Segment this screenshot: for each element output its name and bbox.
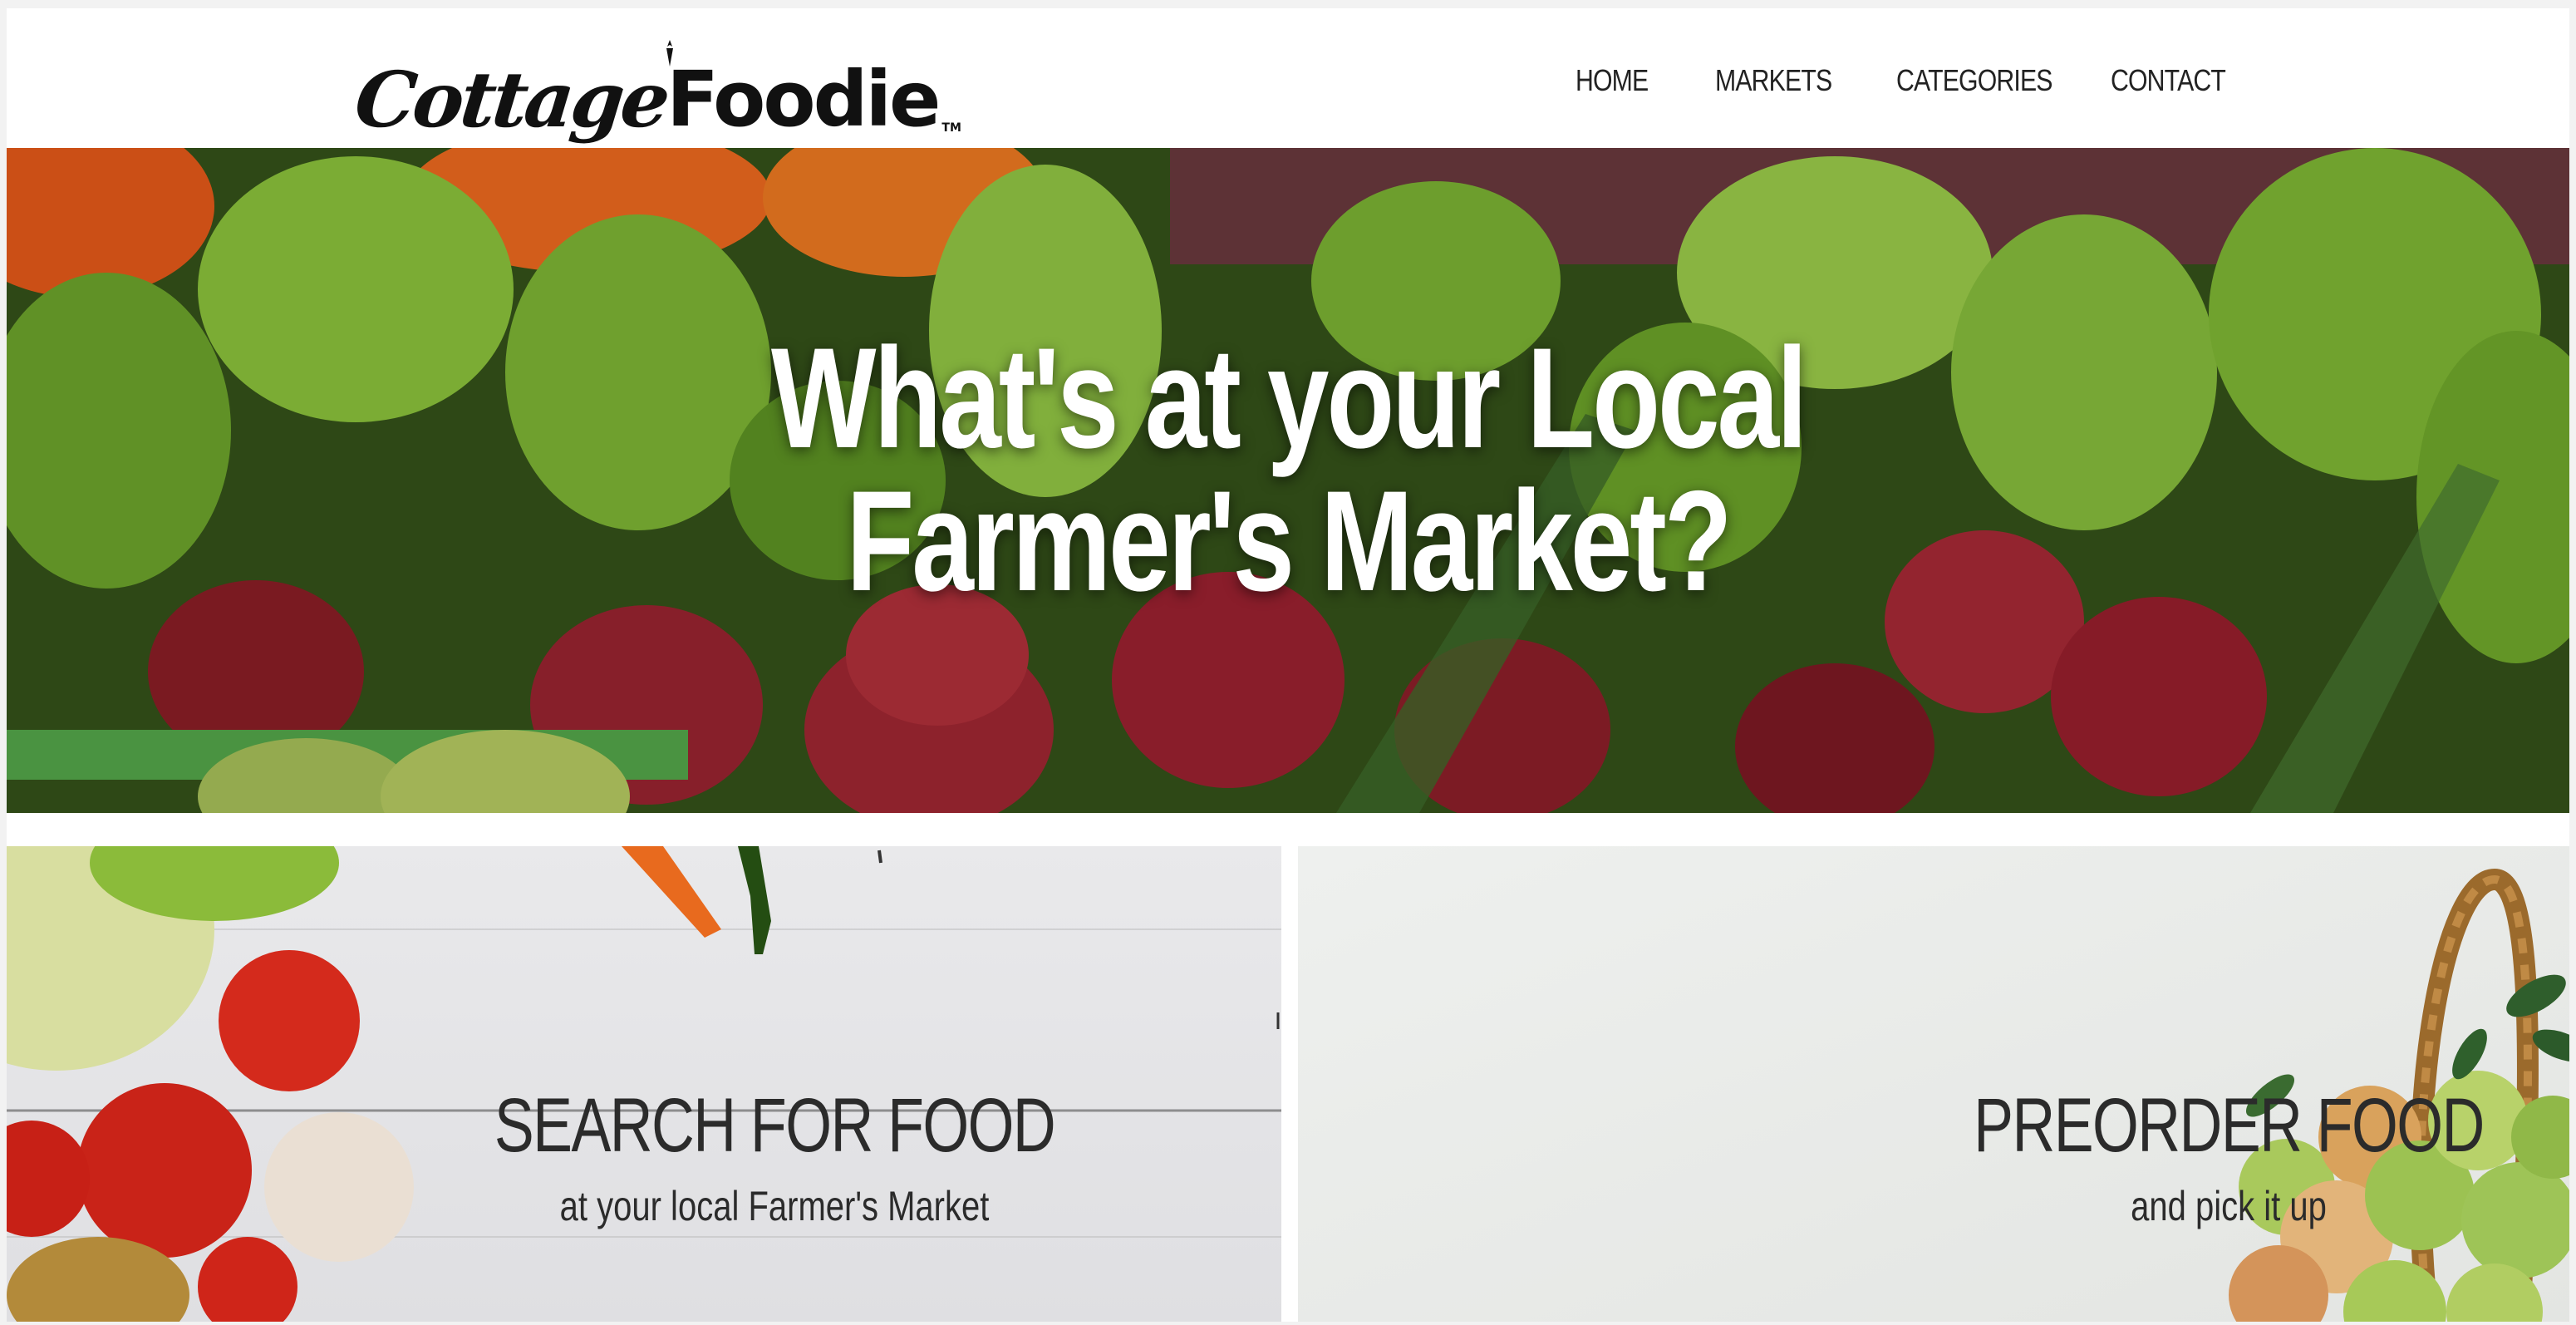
hero-banner: What's at your Local Farmer's Market?	[7, 148, 2569, 813]
logo-foodie-label: Foodie	[666, 55, 941, 144]
page: Cottage Foodie TM HOME MARKETS CATEGORIE…	[7, 8, 2569, 1322]
preorder-food-card[interactable]: PREORDER FOOD and pick it up	[1298, 846, 2569, 1322]
preorder-food-title: PREORDER FOOD	[1974, 1083, 2485, 1168]
search-food-subtitle: at your local Farmer's Market	[559, 1183, 990, 1229]
hero-title-line2: Farmer's Market?	[846, 461, 1732, 621]
nav-contact-link[interactable]: CONTACT	[2111, 63, 2226, 98]
nav-markets-link[interactable]: MARKETS	[1715, 63, 1832, 98]
site-header: Cottage Foodie TM HOME MARKETS CATEGORIE…	[7, 8, 2569, 148]
search-food-title: SEARCH FOR FOOD	[494, 1083, 1056, 1168]
cottage-foodie-logo[interactable]: Cottage Foodie TM	[351, 30, 961, 145]
hero-title-line1: What's at your Local	[770, 318, 1807, 478]
logo-text-foodie: Foodie	[666, 40, 941, 138]
nav-categories-link[interactable]: CATEGORIES	[1896, 63, 2052, 98]
search-food-card[interactable]: SEARCH FOR FOOD at your local Farmer's M…	[7, 846, 1281, 1322]
preorder-food-subtitle: and pick it up	[2131, 1183, 2327, 1229]
hero-title: What's at your Local Farmer's Market?	[288, 327, 2288, 613]
carrot-icon	[666, 40, 674, 66]
nav-home-link[interactable]: HOME	[1576, 63, 1649, 98]
logo-text-cottage: Cottage	[351, 55, 671, 145]
logo-trademark: TM	[941, 121, 961, 135]
